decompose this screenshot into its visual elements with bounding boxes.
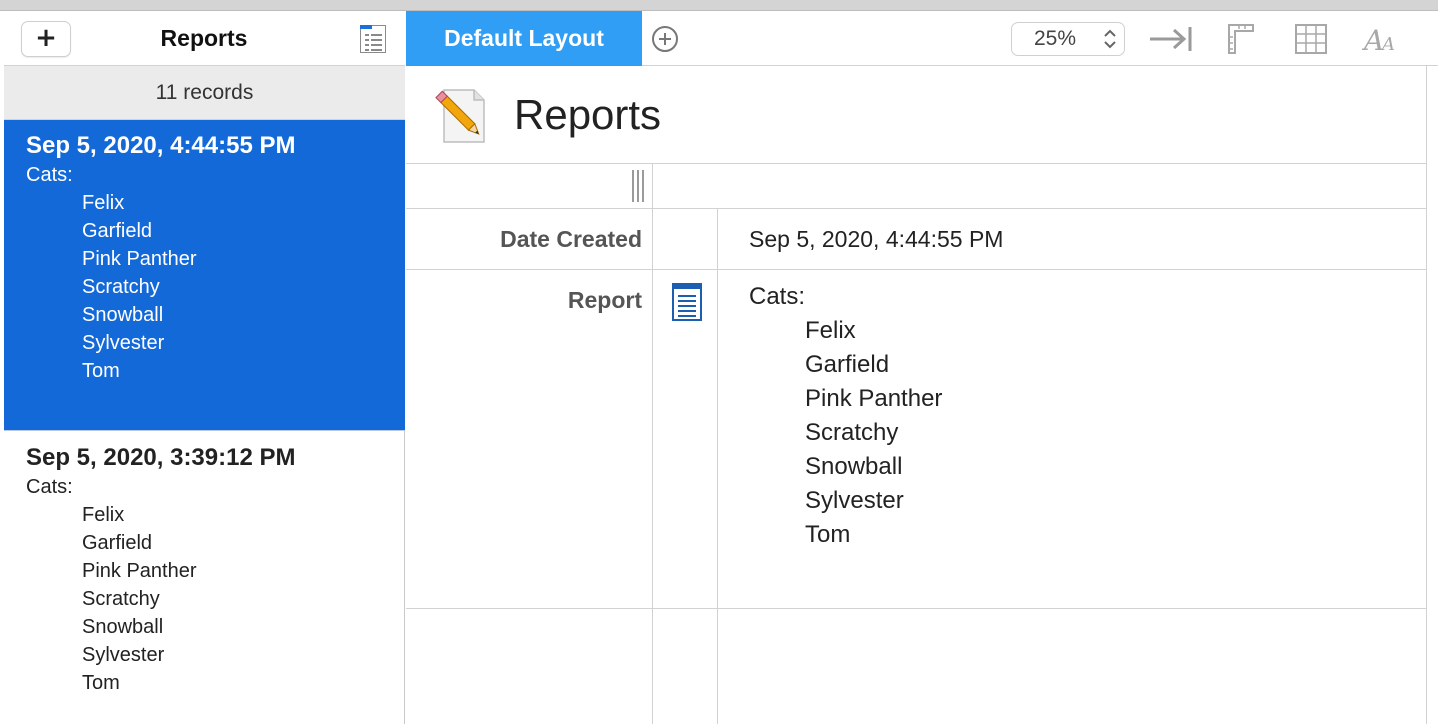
record-date: Sep 5, 2020, 3:39:12 PM	[26, 444, 296, 471]
record-item[interactable]: Sep 5, 2020, 4:44:55 PM Cats: Felix Garf…	[4, 120, 405, 431]
report-label: Report	[567, 287, 642, 313]
report-cat[interactable]: Pink Panther	[805, 382, 942, 416]
sidebar-title: Reports	[160, 25, 248, 51]
record-cat: Scratchy	[82, 588, 160, 610]
grid-icon[interactable]	[1294, 23, 1328, 55]
records-sidebar: + Reports 11 records Sep 5, 2020, 4:44:5…	[4, 11, 405, 724]
report-cat[interactable]: Garfield	[805, 348, 889, 382]
svg-text:A: A	[1380, 34, 1395, 55]
add-tab-icon[interactable]	[652, 26, 678, 52]
record-cats-label: Cats:	[26, 164, 73, 186]
report-cat[interactable]: Sylvester	[805, 484, 904, 518]
record-cat: Snowball	[82, 304, 164, 326]
arrow-to-bar-icon[interactable]	[1148, 23, 1194, 55]
report-cat[interactable]: Snowball	[805, 450, 902, 484]
record-cat: Scratchy	[82, 276, 160, 298]
note-icon[interactable]	[672, 283, 702, 321]
date-created-label: Date Created	[500, 226, 642, 252]
record-detail: Reports Date Created Sep 5, 2020, 4:44:5…	[406, 66, 1427, 724]
record-cat: Sylvester	[82, 644, 165, 666]
report-cat[interactable]: Felix	[805, 314, 856, 348]
svg-text:A: A	[1362, 24, 1384, 55]
report-cats-label[interactable]: Cats:	[749, 280, 805, 314]
chevron-up-down-icon[interactable]	[1103, 29, 1117, 49]
document-title: Reports	[514, 91, 662, 138]
tab-default-layout[interactable]: Default Layout	[406, 11, 642, 66]
record-cat: Garfield	[82, 220, 153, 242]
column-resizer-row	[406, 164, 1427, 209]
column-resize-handle[interactable]	[632, 170, 646, 202]
records-count: 11 records	[4, 66, 405, 120]
record-cat: Sylvester	[82, 332, 165, 354]
record-cat: Felix	[82, 504, 125, 526]
record-date: Sep 5, 2020, 4:44:55 PM	[26, 132, 296, 159]
record-cat: Garfield	[82, 532, 153, 554]
record-cat: Felix	[82, 192, 125, 214]
font-icon[interactable]: A A	[1361, 23, 1402, 57]
layout-toolbar: Default Layout 25% A A	[406, 11, 1438, 66]
main-area: Default Layout 25% A A Reports Date Crea…	[406, 11, 1438, 724]
list-view-icon[interactable]	[360, 25, 386, 53]
vertical-scrollbar[interactable]	[1427, 66, 1438, 724]
document-pencil-icon	[430, 86, 490, 146]
record-cats-label: Cats:	[26, 476, 73, 498]
report-cat[interactable]: Scratchy	[805, 416, 898, 450]
record-cat: Tom	[82, 672, 120, 694]
add-record-button[interactable]: +	[21, 21, 71, 57]
document-header: Reports	[406, 66, 1427, 164]
zoom-value: 25%	[1033, 27, 1077, 50]
window-top-strip	[0, 0, 1438, 11]
record-item[interactable]: Sep 5, 2020, 3:39:12 PM Cats: Felix Garf…	[4, 432, 405, 724]
record-cat: Pink Panther	[82, 560, 197, 582]
record-cat: Tom	[82, 360, 120, 382]
zoom-stepper[interactable]: 25%	[1011, 22, 1125, 56]
ruler-icon[interactable]	[1226, 23, 1256, 55]
record-cat: Pink Panther	[82, 248, 197, 270]
sidebar-header: + Reports	[4, 11, 405, 66]
record-cat: Snowball	[82, 616, 164, 638]
date-created-value[interactable]: Sep 5, 2020, 4:44:55 PM	[749, 209, 1003, 269]
report-cat[interactable]: Tom	[805, 518, 850, 552]
